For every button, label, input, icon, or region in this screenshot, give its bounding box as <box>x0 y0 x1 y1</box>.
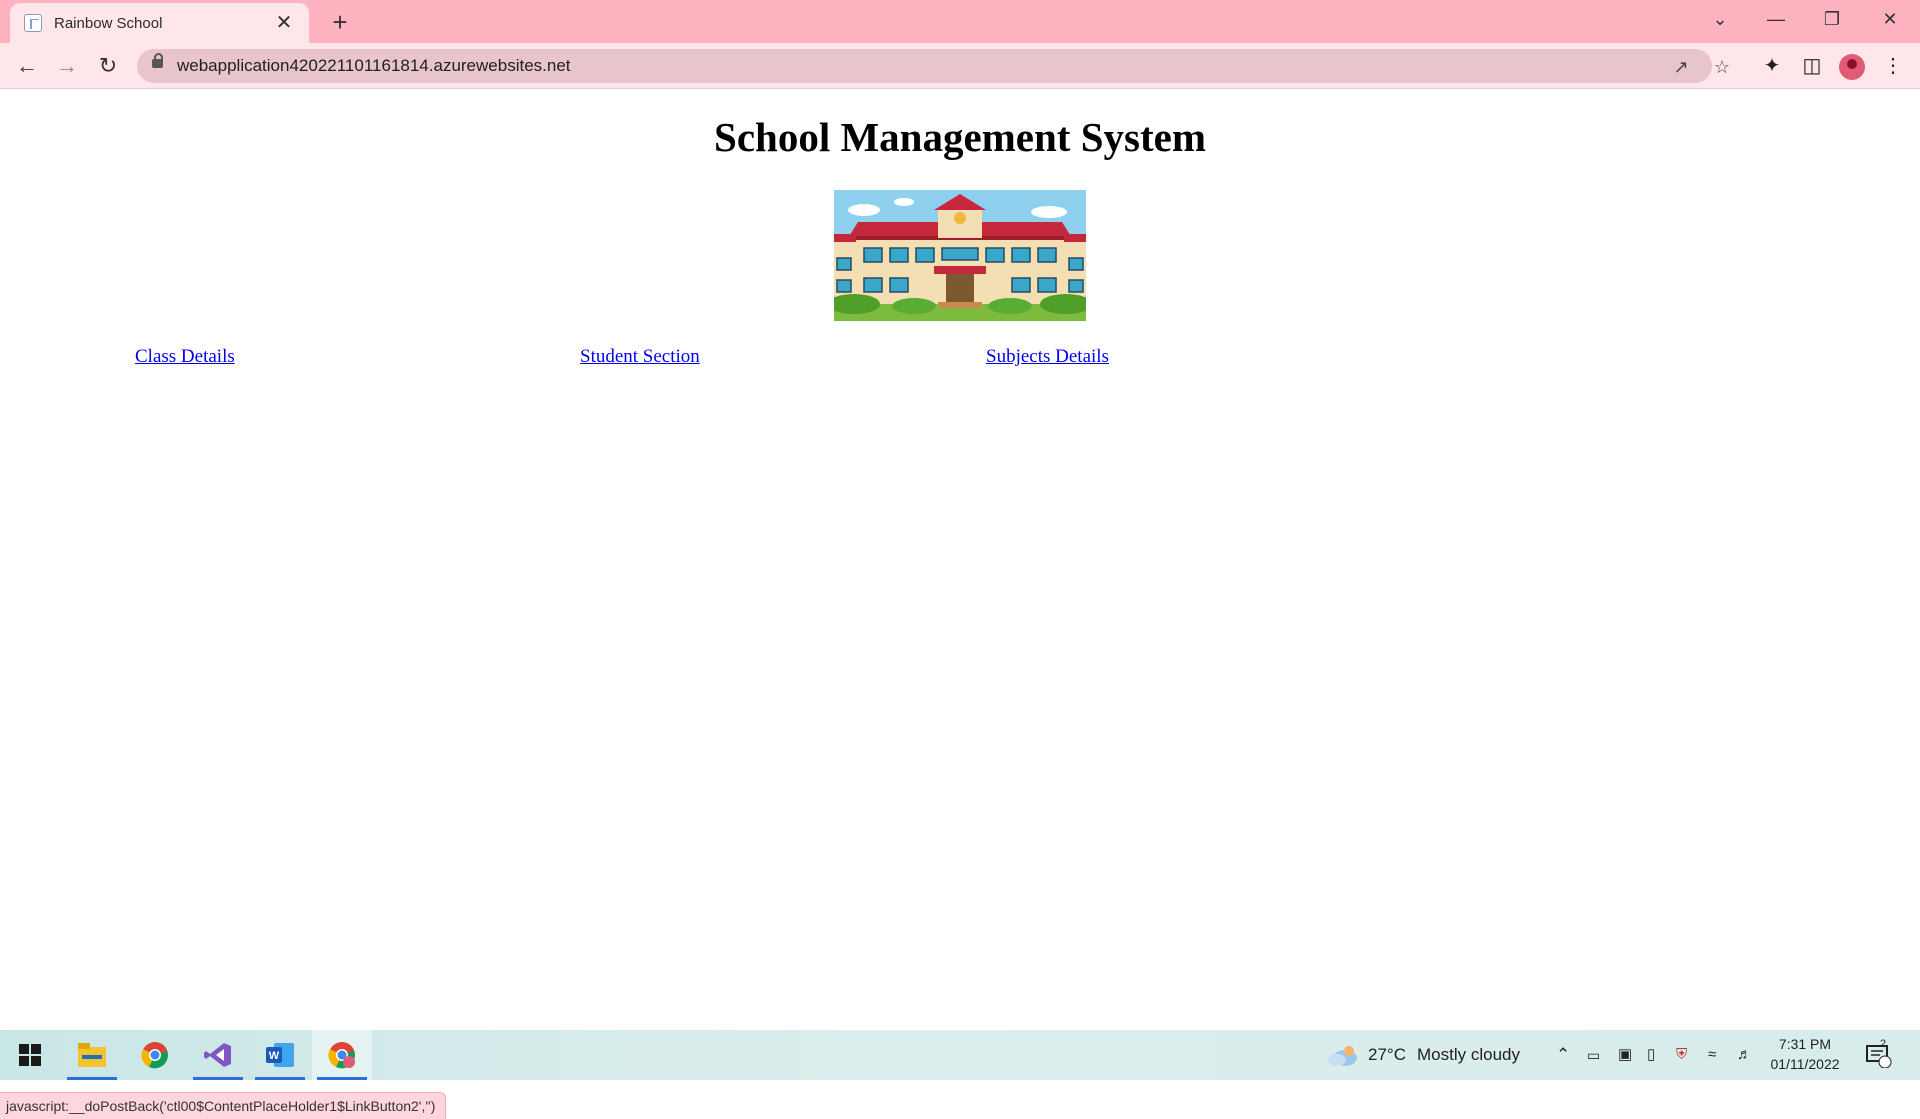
browser-toolbar: ← → ↻ webapplication420221101161814.azur… <box>0 43 1920 89</box>
close-window-button[interactable]: ✕ <box>1862 0 1918 38</box>
share-icon[interactable]: ↗ <box>1669 55 1693 79</box>
back-arrow-icon[interactable]: ← <box>12 51 42 81</box>
page-title: School Management System <box>714 114 1206 160</box>
url-text[interactable]: webapplication420221101161814.azurewebsi… <box>177 49 571 83</box>
address-bar[interactable]: webapplication420221101161814.azurewebsi… <box>137 49 1730 83</box>
profile-avatar[interactable] <box>1839 54 1865 80</box>
new-tab-button[interactable]: + <box>325 7 355 37</box>
bookmark-star-icon[interactable]: ☆ <box>1710 55 1734 79</box>
chrome-icon[interactable] <box>125 1030 185 1080</box>
svg-text:W: W <box>269 1050 280 1062</box>
volume-icon[interactable]: ♬ <box>1737 1030 1752 1080</box>
weather-icon[interactable] <box>1327 1030 1359 1080</box>
restore-button[interactable]: ❐ <box>1804 0 1860 38</box>
tab-close-icon[interactable]: ✕ <box>273 12 295 34</box>
clock-time: 7:31 PM <box>1778 1036 1832 1052</box>
chrome-profile-icon[interactable] <box>312 1030 372 1080</box>
windows-taskbar: W 27°C Mostly cloudy ⌃ ▭ ▣ ▯ ⛨ ≈ ♬ 7:31 … <box>0 1030 1920 1080</box>
file-explorer-icon[interactable] <box>62 1030 122 1080</box>
browser-frame: Rainbow School ✕ + ⌄ — ❐ ✕ ← → ↻ webappl… <box>0 0 1920 89</box>
reload-icon[interactable]: ↻ <box>93 51 123 81</box>
visual-studio-icon[interactable] <box>188 1030 248 1080</box>
meet-now-icon[interactable]: ▣ <box>1618 1030 1632 1080</box>
clock-date: 01/11/2022 <box>1770 1056 1840 1072</box>
show-hidden-icons-chevron-icon[interactable]: ⌃ <box>1556 1030 1570 1080</box>
link-status-bubble: javascript:__doPostBack('ctl00$ContentPl… <box>0 1092 447 1119</box>
extensions-puzzle-icon[interactable]: ✦ <box>1757 51 1787 81</box>
usb-drive-icon[interactable]: ▯ <box>1647 1030 1655 1080</box>
battery-icon[interactable]: ▭ <box>1587 1030 1600 1080</box>
word-icon[interactable]: W <box>250 1030 310 1080</box>
tab-strip: Rainbow School ✕ + ⌄ — ❐ ✕ <box>0 0 1920 43</box>
tab-rainbow-school[interactable]: Rainbow School ✕ <box>10 3 309 43</box>
notification-count: 2 <box>1880 1038 1887 1050</box>
subjects-details-link[interactable]: Subjects Details <box>986 346 1109 368</box>
tab-title: Rainbow School <box>54 14 163 32</box>
security-alert-icon[interactable]: ⛨ <box>1676 1030 1687 1080</box>
notification-center-icon[interactable]: 2 <box>1866 1030 1892 1080</box>
kebab-menu-icon[interactable]: ⋮ <box>1878 51 1908 81</box>
side-panel-icon[interactable]: ◫ <box>1797 51 1827 81</box>
wifi-icon[interactable]: ≈ <box>1708 1030 1716 1080</box>
windows-start-icon[interactable] <box>0 1030 60 1080</box>
tab-search-icon[interactable]: ⌄ <box>1692 0 1748 38</box>
weather-temperature[interactable]: 27°C <box>1368 1030 1406 1080</box>
page-content: School Management System Class Details S… <box>0 89 1920 1119</box>
weather-description[interactable]: Mostly cloudy <box>1417 1030 1520 1080</box>
page-favicon-icon <box>24 14 42 32</box>
forward-arrow-icon[interactable]: → <box>52 51 82 81</box>
lock-icon[interactable] <box>152 53 163 68</box>
student-section-link[interactable]: Student Section <box>580 346 700 368</box>
school-building-image <box>834 190 1086 321</box>
class-details-link[interactable]: Class Details <box>135 346 235 368</box>
minimize-button[interactable]: — <box>1748 0 1804 38</box>
system-clock[interactable]: 7:31 PM 01/11/2022 <box>1760 1034 1850 1074</box>
